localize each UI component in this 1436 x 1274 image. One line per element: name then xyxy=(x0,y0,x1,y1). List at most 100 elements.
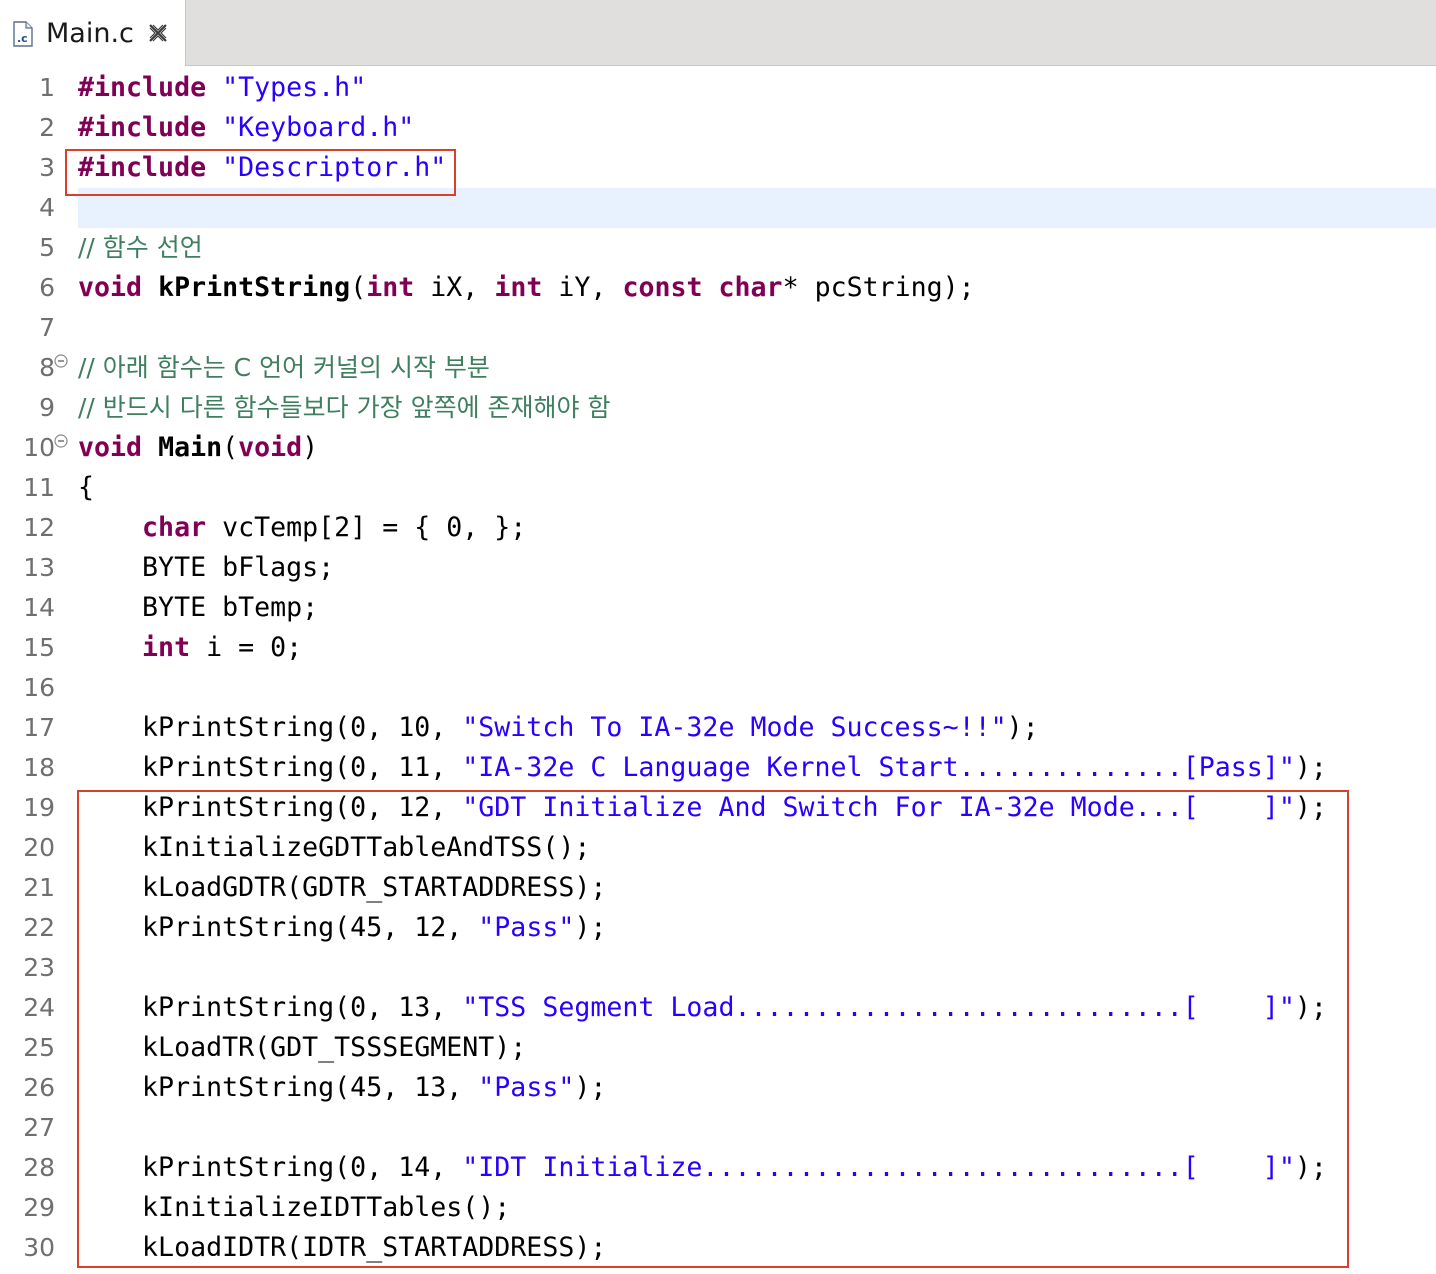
code-line-22[interactable]: 22 kPrintString(45, 12, "Pass"); xyxy=(0,908,1436,948)
code-token: ); xyxy=(1294,1152,1327,1183)
code-line-29[interactable]: 29 kInitializeIDTTables(); xyxy=(0,1188,1436,1228)
code-line-17[interactable]: 17 kPrintString(0, 10, "Switch To IA-32e… xyxy=(0,708,1436,748)
keyword: #include xyxy=(78,112,207,143)
code-text: // 함수 선언 xyxy=(78,228,203,268)
line-number: 22 xyxy=(23,913,55,942)
line-number: 24 xyxy=(23,993,55,1022)
code-text: // 아래 함수는 C 언어 커널의 시작 부분 xyxy=(78,348,490,388)
code-text: #include "Types.h" xyxy=(78,68,366,108)
code-line-28[interactable]: 28 kPrintString(0, 14, "IDT Initialize..… xyxy=(0,1148,1436,1188)
string-literal: "IDT Initialize.........................… xyxy=(462,1152,1295,1183)
function-name: Main xyxy=(158,432,223,463)
code-line-13[interactable]: 13 BYTE bFlags; xyxy=(0,548,1436,588)
line-number: 16 xyxy=(23,673,55,702)
code-line-6[interactable]: 6 void kPrintString(int iX, int iY, const… xyxy=(0,268,1436,308)
fold-collapse-icon[interactable] xyxy=(54,354,68,368)
code-line-9[interactable]: 9 // 반드시 다른 함수들보다 가장 앞쪽에 존재해야 함 xyxy=(0,388,1436,428)
string-literal: "TSS Segment Load.......................… xyxy=(462,992,1295,1023)
code-text: kPrintString(0, 12, "GDT Initialize And … xyxy=(78,788,1327,828)
code-token: ); xyxy=(574,1072,607,1103)
code-line-20[interactable]: 20 kInitializeGDTTableAndTSS(); xyxy=(0,828,1436,868)
code-line-30[interactable]: 30 kLoadIDTR(IDTR_STARTADDRESS); xyxy=(0,1228,1436,1268)
comment: // 반드시 다른 함수들보다 가장 앞쪽에 존재해야 함 xyxy=(78,393,611,422)
line-number: 15 xyxy=(23,633,55,662)
code-line-10[interactable]: 10 void Main(void) xyxy=(0,428,1436,468)
code-text: // 반드시 다른 함수들보다 가장 앞쪽에 존재해야 함 xyxy=(78,388,610,428)
code-line-4[interactable]: 4 xyxy=(0,188,1436,228)
code-token: iY, xyxy=(542,272,623,303)
code-token: ) xyxy=(302,432,319,463)
line-number: 28 xyxy=(23,1153,55,1182)
tab-main-c[interactable]: .c Main.c xyxy=(0,0,186,67)
code-line-21[interactable]: 21 kLoadGDTR(GDTR_STARTADDRESS); xyxy=(0,868,1436,908)
code-editor[interactable]: 1 #include "Types.h" 2 #include "Keyboard.h… xyxy=(0,66,1436,1274)
code-text: #include "Descriptor.h" xyxy=(78,148,446,188)
line-number: 19 xyxy=(23,793,55,822)
code-line-24[interactable]: 24 kPrintString(0, 13, "TSS Segment Load… xyxy=(0,988,1436,1028)
code-text: kInitializeGDTTableAndTSS(); xyxy=(78,828,590,868)
keyword: const xyxy=(622,272,703,303)
line-number: 26 xyxy=(23,1073,55,1102)
code-text: void kPrintString(int iX, int iY, const … xyxy=(78,268,975,308)
code-line-11[interactable]: 11 { xyxy=(0,468,1436,508)
code-text: kPrintString(0, 10, "Switch To IA-32e Mo… xyxy=(78,708,1039,748)
line-number: 17 xyxy=(23,713,55,742)
code-line-5[interactable]: 5 // 함수 선언 xyxy=(0,228,1436,268)
keyword: void xyxy=(78,272,143,303)
line-number: 30 xyxy=(23,1233,55,1262)
code-token: ); xyxy=(1294,992,1327,1023)
keyword: char xyxy=(142,512,207,543)
code-token: kLoadIDTR(IDTR_STARTADDRESS); xyxy=(78,1232,607,1263)
code-line-7[interactable]: 7 xyxy=(0,308,1436,348)
code-line-15[interactable]: 15 int i = 0; xyxy=(0,628,1436,668)
code-text: BYTE bTemp; xyxy=(78,588,318,628)
code-token: ); xyxy=(574,912,607,943)
code-line-3[interactable]: 3 #include "Descriptor.h" xyxy=(0,148,1436,188)
code-text: kPrintString(45, 12, "Pass"); xyxy=(78,908,606,948)
code-text: void Main(void) xyxy=(78,428,318,468)
code-text: kPrintString(0, 14, "IDT Initialize.....… xyxy=(78,1148,1327,1188)
code-line-1[interactable]: 1 #include "Types.h" xyxy=(0,68,1436,108)
line-number: 20 xyxy=(23,833,55,862)
code-line-25[interactable]: 25 kLoadTR(GDT_TSSSEGMENT); xyxy=(0,1028,1436,1068)
close-icon[interactable] xyxy=(147,22,169,44)
code-line-26[interactable]: 26 kPrintString(45, 13, "Pass"); xyxy=(0,1068,1436,1108)
keyword: void xyxy=(78,432,143,463)
line-number: 27 xyxy=(23,1113,55,1142)
code-line-18[interactable]: 18 kPrintString(0, 11, "IA-32e C Languag… xyxy=(0,748,1436,788)
string-literal: "Switch To IA-32e Mode Success~!!" xyxy=(462,712,1007,743)
code-token: BYTE bTemp; xyxy=(78,592,319,623)
code-token: kPrintString(0, 10, xyxy=(78,712,463,743)
code-line-12[interactable]: 12 char vcTemp[2] = { 0, }; xyxy=(0,508,1436,548)
code-line-16[interactable]: 16 xyxy=(0,668,1436,708)
line-number: 11 xyxy=(23,473,55,502)
line-number: 3 xyxy=(39,153,55,182)
code-text: kLoadIDTR(IDTR_STARTADDRESS); xyxy=(78,1228,606,1268)
keyword: #include xyxy=(78,72,207,103)
code-line-8[interactable]: 8 // 아래 함수는 C 언어 커널의 시작 부분 xyxy=(0,348,1436,388)
line-number: 21 xyxy=(23,873,55,902)
code-line-14[interactable]: 14 BYTE bTemp; xyxy=(0,588,1436,628)
line-number: 8 xyxy=(39,353,55,382)
code-line-2[interactable]: 2 #include "Keyboard.h" xyxy=(0,108,1436,148)
code-text: kPrintString(0, 11, "IA-32e C Language K… xyxy=(78,748,1327,788)
string-literal: "Descriptor.h" xyxy=(222,152,447,183)
code-token: kInitializeIDTTables(); xyxy=(78,1192,511,1223)
code-token: ); xyxy=(1006,712,1039,743)
line-number: 6 xyxy=(39,273,55,302)
code-line-27[interactable]: 27 xyxy=(0,1108,1436,1148)
code-line-23[interactable]: 23 xyxy=(0,948,1436,988)
code-text: { xyxy=(78,468,94,508)
keyword: #include xyxy=(78,152,207,183)
keyword: int xyxy=(494,272,543,303)
line-number: 9 xyxy=(39,393,55,422)
code-line-19[interactable]: 19 kPrintString(0, 12, "GDT Initialize A… xyxy=(0,788,1436,828)
code-token: ( xyxy=(222,432,239,463)
fold-collapse-icon[interactable] xyxy=(54,434,68,448)
keyword: int xyxy=(366,272,415,303)
code-token: * pcString); xyxy=(782,272,975,303)
string-literal: "Pass" xyxy=(478,912,575,943)
